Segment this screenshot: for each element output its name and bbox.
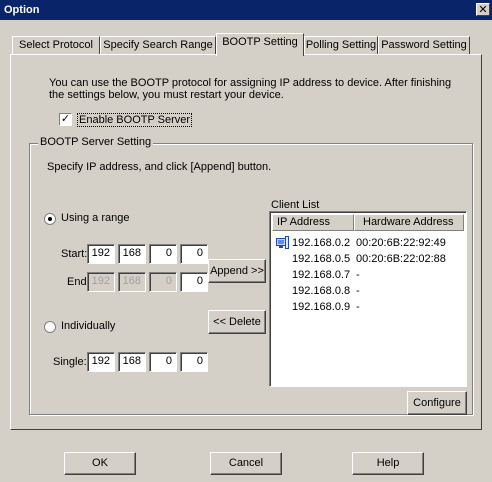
client-hw: - xyxy=(356,301,360,313)
configure-button[interactable]: Configure xyxy=(407,391,467,415)
single-octet-3[interactable]: 0 xyxy=(149,352,177,372)
start-octet-4[interactable]: 0 xyxy=(180,244,208,264)
start-octet-1[interactable]: 192 xyxy=(87,244,115,264)
end-octet-4[interactable]: 0 xyxy=(180,272,208,292)
instruction-text: Specify IP address, and click [Append] b… xyxy=(47,161,272,173)
end-octet-1: 192 xyxy=(87,272,115,292)
single-octet-1[interactable]: 192 xyxy=(87,352,115,372)
client-hw: 00:20:6B:22:02:88 xyxy=(356,253,446,265)
client-ip: 192.168.0.9 xyxy=(292,301,351,313)
check-icon: ✓ xyxy=(60,113,71,125)
end-octet-3: 0 xyxy=(149,272,177,292)
client-ip: 192.168.0.8 xyxy=(292,285,351,297)
end-octet-2: 168 xyxy=(118,272,146,292)
tab-label: BOOTP Setting xyxy=(222,36,298,48)
enable-bootp-label[interactable]: Enable BOOTP Server xyxy=(77,113,193,127)
single-octet-2[interactable]: 168 xyxy=(118,352,146,372)
window-title: Option xyxy=(4,4,40,16)
individual-radio[interactable] xyxy=(44,321,56,333)
single-octet-4[interactable]: 0 xyxy=(180,352,208,372)
tab-bootp-setting[interactable]: BOOTP Setting xyxy=(216,33,304,56)
range-radio[interactable] xyxy=(44,213,56,225)
tab-label: Password Setting xyxy=(381,39,467,51)
client-hw: 00:20:6B:22:92:49 xyxy=(356,237,446,249)
tab-select-protocol[interactable]: Select Protocol xyxy=(12,36,100,54)
description-line-2: the settings below, you must restart you… xyxy=(49,89,284,101)
device-icon xyxy=(276,236,289,249)
tab-panel: You can use the BOOTP protocol for assig… xyxy=(10,54,482,430)
description-text: You can use the BOOTP protocol for assig… xyxy=(49,77,469,101)
client-hw: - xyxy=(356,269,360,281)
tab-polling-setting[interactable]: Polling Setting xyxy=(304,36,378,54)
col-header-ip[interactable]: IP Address xyxy=(272,214,354,231)
delete-button[interactable]: << Delete xyxy=(208,310,266,334)
client-hw: - xyxy=(356,285,360,297)
help-button[interactable]: Help xyxy=(352,452,424,475)
col-header-hw[interactable]: Hardware Address xyxy=(354,214,464,231)
append-button[interactable]: Append >> xyxy=(208,259,266,283)
title-bar: Option ✕ xyxy=(0,0,492,20)
close-icon[interactable]: ✕ xyxy=(476,3,490,16)
enable-bootp-checkbox[interactable]: ✓ xyxy=(59,113,72,126)
client-ip: 192.168.0.5 xyxy=(292,253,351,265)
single-label: Single: xyxy=(53,356,87,368)
client-ip: 192.168.0.2 xyxy=(292,237,351,249)
cancel-button[interactable]: Cancel xyxy=(210,452,282,475)
start-octet-3[interactable]: 0 xyxy=(149,244,177,264)
radio-dot xyxy=(48,217,52,221)
client-list[interactable]: IP Address Hardware Address 192.168.0.2 … xyxy=(269,211,467,387)
individual-radio-label[interactable]: Individually xyxy=(61,320,115,332)
tab-specify-search-range[interactable]: Specify Search Range xyxy=(100,36,216,54)
description-line-1: You can use the BOOTP protocol for assig… xyxy=(49,77,452,89)
group-title: BOOTP Server Setting xyxy=(38,136,154,148)
range-radio-label[interactable]: Using a range xyxy=(61,212,130,224)
ok-button[interactable]: OK xyxy=(64,452,136,475)
tab-label: Polling Setting xyxy=(305,39,377,51)
start-octet-2[interactable]: 168 xyxy=(118,244,146,264)
client-list-title: Client List xyxy=(271,199,320,211)
tab-password-setting[interactable]: Password Setting xyxy=(378,36,470,54)
start-label: Start: xyxy=(61,248,88,260)
client-ip: 192.168.0.7 xyxy=(292,269,351,281)
tab-label: Specify Search Range xyxy=(103,39,213,51)
tab-label: Select Protocol xyxy=(19,39,93,51)
